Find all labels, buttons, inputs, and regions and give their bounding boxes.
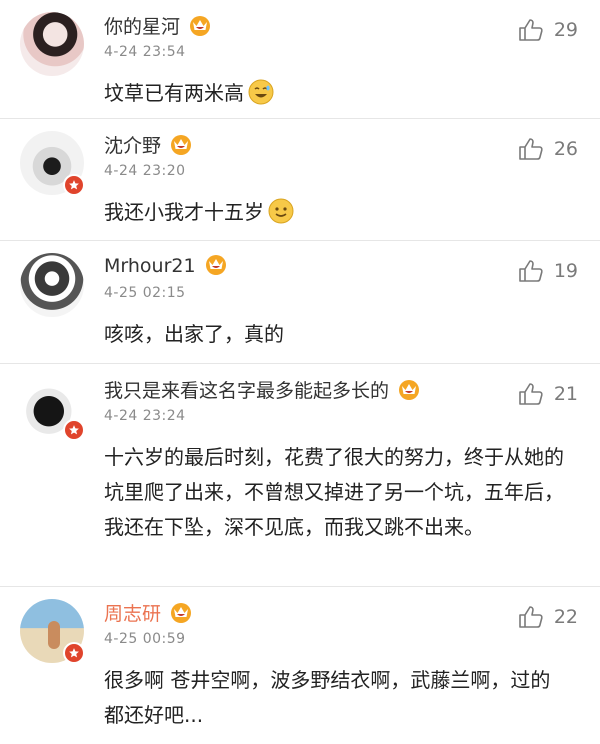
comment-time: 4-24 23:20 bbox=[104, 163, 186, 179]
like-button[interactable]: 26 bbox=[518, 137, 578, 161]
vip-crown-icon bbox=[169, 601, 193, 623]
like-button[interactable]: 29 bbox=[518, 18, 578, 42]
comment-text: 十六岁的最后时刻，花费了很大的努力，终于从她的坑里爬了出来，不曾想又掉进了另一个… bbox=[104, 445, 564, 539]
vip-crown-icon bbox=[188, 14, 212, 36]
like-count: 22 bbox=[553, 606, 578, 628]
star-badge-icon bbox=[63, 642, 85, 664]
vip-crown-icon bbox=[397, 378, 421, 400]
like-button[interactable]: 22 bbox=[518, 605, 578, 629]
username[interactable]: Mrhour21 bbox=[104, 253, 228, 277]
comment-feed: 你的星河 4-24 23:54 坟草已有两米高 29 沈介野 4-24 23:2… bbox=[0, 0, 600, 744]
comment-text: 坟草已有两米高 bbox=[104, 76, 564, 111]
avatar[interactable] bbox=[20, 12, 84, 76]
username[interactable]: 周志研 bbox=[104, 599, 193, 626]
comment-item: 你的星河 4-24 23:54 坟草已有两米高 29 bbox=[0, 0, 600, 119]
thumbs-up-icon bbox=[518, 382, 544, 406]
like-count: 21 bbox=[553, 383, 578, 405]
thumbs-up-icon bbox=[518, 259, 544, 283]
vip-crown-icon bbox=[169, 133, 193, 155]
comment-time: 4-24 23:54 bbox=[104, 44, 186, 60]
comment-item: Mrhour21 4-25 02:15 咳咳，出家了，真的 19 bbox=[0, 241, 600, 364]
like-button[interactable]: 19 bbox=[518, 259, 578, 283]
comment-text: 咳咳，出家了，真的 bbox=[104, 322, 284, 346]
comment-time: 4-24 23:24 bbox=[104, 408, 186, 424]
comment-item: 我只是来看这名字最多能起多长的 4-24 23:24 十六岁的最后时刻，花费了很… bbox=[0, 364, 600, 587]
thumbs-up-icon bbox=[518, 605, 544, 629]
comment-text: 很多啊 苍井空啊，波多野结衣啊，武藤兰啊，过的都还好吧... bbox=[104, 668, 551, 727]
thumbs-up-icon bbox=[518, 18, 544, 42]
username[interactable]: 我只是来看这名字最多能起多长的 bbox=[104, 376, 421, 403]
comment-time: 4-25 00:59 bbox=[104, 631, 186, 647]
laughing-emoji-icon bbox=[248, 79, 274, 105]
comment-text: 我还小我才十五岁 bbox=[104, 195, 564, 230]
vip-crown-icon bbox=[204, 253, 228, 275]
username[interactable]: 沈介野 bbox=[104, 131, 193, 158]
comment-item: 沈介野 4-24 23:20 我还小我才十五岁 26 bbox=[0, 119, 600, 241]
comment-item: 周志研 4-25 00:59 很多啊 苍井空啊，波多野结衣啊，武藤兰啊，过的都还… bbox=[0, 587, 600, 744]
like-count: 19 bbox=[553, 260, 578, 282]
thumbs-up-icon bbox=[518, 137, 544, 161]
star-badge-icon bbox=[63, 419, 85, 441]
like-count: 26 bbox=[553, 138, 578, 160]
like-button[interactable]: 21 bbox=[518, 382, 578, 406]
username[interactable]: 你的星河 bbox=[104, 12, 212, 39]
like-count: 29 bbox=[553, 19, 578, 41]
smile-emoji-icon bbox=[268, 198, 294, 224]
star-badge-icon bbox=[63, 174, 85, 196]
comment-time: 4-25 02:15 bbox=[104, 285, 186, 301]
avatar[interactable] bbox=[20, 253, 84, 317]
